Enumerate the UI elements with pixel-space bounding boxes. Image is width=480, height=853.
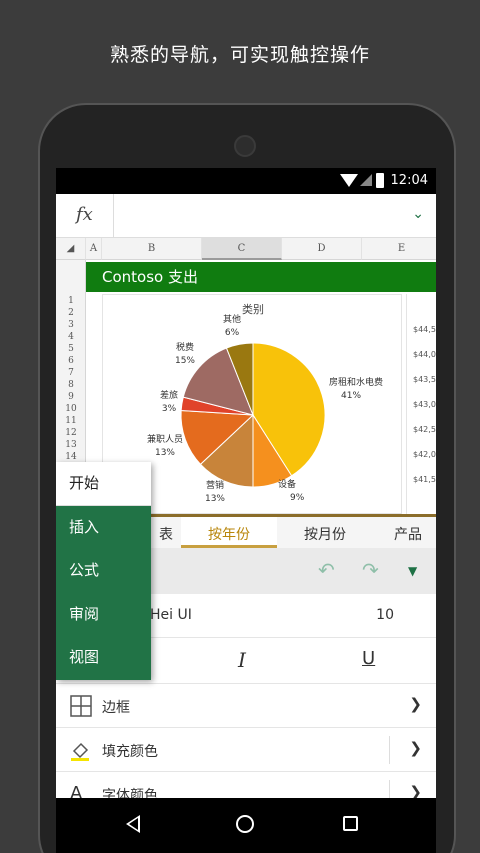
row-header[interactable]: 12 xyxy=(56,428,86,438)
undo-icon[interactable]: ↶ xyxy=(318,558,335,582)
menu-item-review[interactable]: 审阅 xyxy=(56,592,151,637)
row-header[interactable]: 14 xyxy=(56,452,86,462)
slice-label: 税费 xyxy=(176,341,194,353)
fx-icon[interactable]: fx xyxy=(76,204,98,225)
select-all-corner[interactable]: ◢ xyxy=(56,238,86,260)
menu-item-insert[interactable]: 插入 xyxy=(56,505,151,550)
row-header[interactable]: 1 xyxy=(56,296,86,306)
redo-icon[interactable]: ↷ xyxy=(362,558,379,582)
formula-bar[interactable]: fx ⌄ xyxy=(56,194,436,238)
font-size[interactable]: 10 xyxy=(376,607,394,623)
font-name[interactable]: Hei UI xyxy=(150,607,192,623)
wifi-icon xyxy=(340,174,358,187)
chevron-right-icon: ❯ xyxy=(409,695,422,713)
row-header[interactable]: 5 xyxy=(56,344,86,354)
axis-value: $43,0 xyxy=(413,400,436,409)
column-header-a[interactable]: A xyxy=(86,238,102,260)
chevron-right-icon[interactable]: ❯ xyxy=(409,739,422,757)
app-screen: 12:04 fx ⌄ ◢ A B C D E 1 2 3 4 5 6 7 8 9 10 11 12 13… xyxy=(56,168,436,853)
chart-title: 类别 xyxy=(242,302,264,316)
column-header-c[interactable]: C xyxy=(202,238,282,260)
axis-value: $44,0 xyxy=(413,350,436,359)
speaker-icon xyxy=(234,135,256,157)
android-nav-bar xyxy=(56,798,436,853)
row-header[interactable]: 2 xyxy=(56,308,86,318)
row-header[interactable]: 8 xyxy=(56,380,86,390)
axis-value: $43,5 xyxy=(413,375,436,384)
menu-item-home[interactable]: 开始 xyxy=(56,462,151,506)
tab-by-month[interactable]: 按月份 xyxy=(277,514,373,548)
chevron-down-icon[interactable]: ⌄ xyxy=(412,206,424,222)
borders-row[interactable]: 边框 ❯ xyxy=(56,684,436,728)
row-header[interactable]: 3 xyxy=(56,320,86,330)
axis-value: $44,5 xyxy=(413,325,436,334)
column-header-b[interactable]: B xyxy=(102,238,202,260)
slice-label: 兼职人员 xyxy=(147,433,183,445)
slice-value: 9% xyxy=(290,493,305,503)
slice-value: 6% xyxy=(225,328,240,338)
battery-icon xyxy=(376,173,384,188)
column-header-e[interactable]: E xyxy=(362,238,436,260)
back-icon[interactable] xyxy=(126,815,140,833)
ribbon-tab-menu: 开始 插入 公式 审阅 视图 xyxy=(56,462,151,680)
row-header[interactable]: 7 xyxy=(56,368,86,378)
axis-value: $42,0 xyxy=(413,450,436,459)
borders-icon xyxy=(70,695,92,717)
headline: 熟悉的导航，可实现触控操作 xyxy=(109,44,370,66)
fill-bucket-icon xyxy=(71,742,89,761)
row-header[interactable]: 11 xyxy=(56,416,86,426)
menu-item-view[interactable]: 视图 xyxy=(56,636,151,680)
row-header[interactable]: 9 xyxy=(56,392,86,402)
menu-item-formulas[interactable]: 公式 xyxy=(56,549,151,593)
row-header[interactable]: 13 xyxy=(56,440,86,450)
divider xyxy=(389,736,390,764)
axis-values: $44,5 $44,0 $43,5 $43,0 $42,5 $42,0 $41,… xyxy=(406,294,436,514)
status-bar: 12:04 xyxy=(56,168,436,194)
underline-button[interactable]: U xyxy=(362,648,375,669)
divider xyxy=(113,194,114,238)
signal-icon xyxy=(360,174,372,186)
slice-label: 差旅 xyxy=(160,389,178,401)
italic-button[interactable]: I xyxy=(238,648,246,672)
slice-label: 设备 xyxy=(278,478,296,490)
home-icon[interactable] xyxy=(236,815,254,833)
axis-value: $41,5 xyxy=(413,475,436,484)
recent-apps-icon[interactable] xyxy=(343,816,358,831)
status-time: 12:04 xyxy=(390,173,428,188)
ribbon-dropdown-icon[interactable]: ▼ xyxy=(408,564,417,578)
slice-value: 41% xyxy=(341,391,361,401)
slice-label: 营销 xyxy=(206,479,224,491)
slice-value: 15% xyxy=(175,356,195,366)
slice-value: 13% xyxy=(155,448,175,458)
tab-products[interactable]: 产品 xyxy=(373,514,436,548)
row-header[interactable]: 4 xyxy=(56,332,86,342)
axis-value: $42,5 xyxy=(413,425,436,434)
fill-color-label: 填充颜色 xyxy=(102,744,158,760)
tab-by-year[interactable]: 按年份 xyxy=(181,514,277,548)
fill-color-row[interactable]: 填充颜色 ❯ xyxy=(56,728,436,772)
slice-value: 13% xyxy=(205,494,225,504)
tab-partial[interactable]: 表 xyxy=(151,514,181,548)
row-header[interactable]: 6 xyxy=(56,356,86,366)
slice-label: 房租和水电费 xyxy=(329,376,383,388)
row-header[interactable]: 10 xyxy=(56,404,86,414)
slice-value: 3% xyxy=(162,404,177,414)
slice-label: 其他 xyxy=(223,313,241,325)
borders-label: 边框 xyxy=(102,700,130,716)
column-header-d[interactable]: D xyxy=(282,238,362,260)
sheet-banner: Contoso 支出 xyxy=(86,262,436,292)
